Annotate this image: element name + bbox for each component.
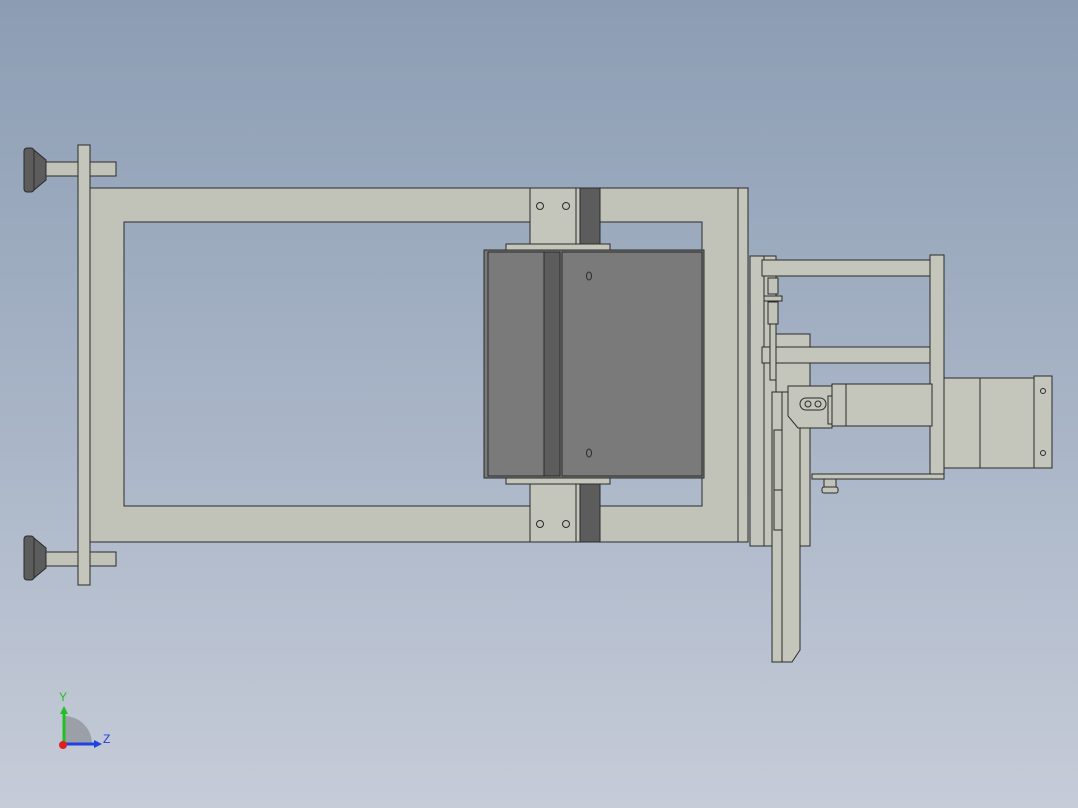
blade-plate[interactable]	[771, 391, 801, 663]
left-mount-plate[interactable]	[77, 144, 91, 586]
top-bracket[interactable]	[529, 187, 601, 247]
y-axis-arrow-icon	[60, 706, 68, 714]
bottom-bracket[interactable]	[529, 483, 601, 543]
base-plate[interactable]	[811, 473, 945, 494]
upper-cross-bar[interactable]	[761, 259, 933, 277]
middle-cross-bar[interactable]	[761, 346, 933, 364]
right-end-plate[interactable]	[929, 254, 945, 478]
z-axis-arrow-icon	[94, 740, 102, 748]
right-support-plate[interactable]	[749, 255, 765, 547]
x-axis-dot-icon	[59, 741, 67, 749]
leveling-foot-bottom[interactable]	[23, 535, 117, 581]
triad-quadrant	[64, 716, 92, 744]
graphics-viewport[interactable]: Y Z	[0, 0, 1078, 808]
right-frame-edge	[737, 187, 749, 543]
servo-motor[interactable]	[943, 375, 1053, 469]
leveling-foot-top[interactable]	[23, 147, 117, 193]
pneumatic-cylinder[interactable]	[787, 383, 933, 429]
coordinate-triad: Y Z	[59, 690, 110, 749]
roller-block[interactable]	[483, 243, 705, 485]
cad-model-view[interactable]: Y Z	[0, 0, 1078, 808]
z-axis-label: Z	[103, 732, 110, 746]
y-axis-label: Y	[59, 690, 67, 704]
